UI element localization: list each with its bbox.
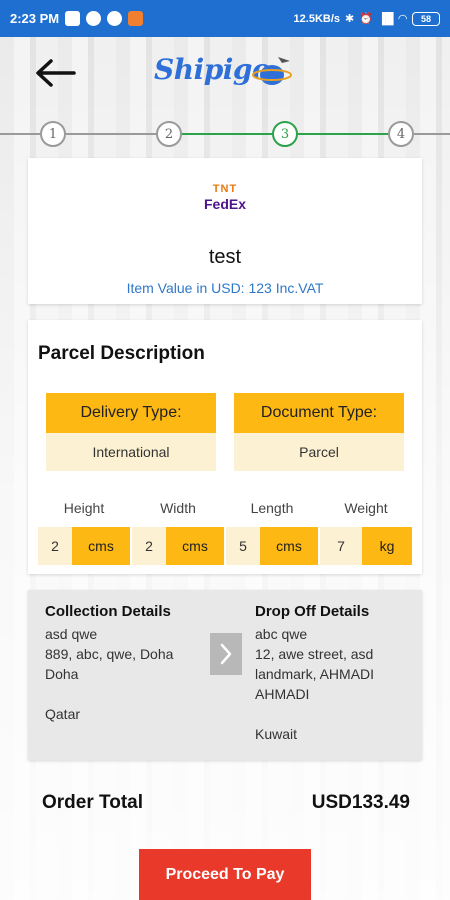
dropoff-country: Kuwait — [255, 726, 298, 742]
delivery-type-value: International — [46, 433, 216, 471]
collection-details: Collection Details asd qwe 889, abc, qwe… — [45, 602, 205, 724]
length-value: 5 — [226, 527, 260, 565]
step-connector-complete — [182, 133, 272, 135]
alarm-icon: ⏰ — [359, 13, 373, 25]
weight-value: 7 — [320, 527, 362, 565]
step-connector — [0, 133, 40, 135]
carrier-logo-bottom: FedEx — [203, 196, 246, 212]
carrier-logo: TNT FedEx — [190, 182, 260, 216]
app-notification-icon-2 — [128, 11, 144, 26]
length-unit: cms — [260, 527, 318, 565]
dropoff-details: Drop Off Details abc qwe 12, awe street,… — [255, 602, 415, 744]
network-speed: 12.5KB/s — [293, 12, 341, 25]
arrow-left-icon — [36, 59, 76, 87]
app-notification-icon — [86, 11, 102, 26]
app-logo: Shipigo — [150, 47, 300, 103]
back-button[interactable] — [30, 51, 80, 95]
progress-stepper: 1 2 3 4 — [0, 118, 450, 148]
signal-icon: ▐█ — [377, 12, 394, 25]
document-type-value: Parcel — [234, 433, 404, 471]
delivery-type-box: Delivery Type: International — [46, 393, 216, 471]
weight-unit: kg — [362, 527, 412, 565]
item-name: test — [208, 246, 242, 268]
step-4: 4 — [388, 121, 414, 147]
document-type-box: Document Type: Parcel — [234, 393, 404, 471]
status-time: 2:23 PM — [10, 11, 60, 26]
whatsapp-icon — [107, 11, 123, 26]
dropoff-title: Drop Off Details — [255, 603, 370, 620]
chevron-right-icon — [220, 643, 232, 665]
dropoff-address-line1: 12, awe street, asd — [255, 646, 374, 662]
status-bar: 2:23 PM 12.5KB/s ✱ ⏰ ▐█ ◠ 58 — [0, 0, 450, 37]
wifi-icon: ◠ — [398, 13, 407, 25]
order-total-label: Order Total — [42, 792, 143, 813]
globe-plane-icon — [252, 57, 292, 85]
step-connector-complete — [298, 133, 388, 135]
step-connector — [414, 133, 450, 135]
battery-icon: 58 — [412, 11, 440, 26]
step-3-active: 3 — [272, 121, 298, 147]
dropoff-address-line3: AHMADI — [255, 686, 310, 702]
collection-address-line1: 889, abc, qwe, Doha — [45, 646, 174, 662]
height-unit: cms — [72, 527, 130, 565]
order-total-value: USD133.49 — [311, 792, 410, 813]
bluetooth-icon: ✱ — [345, 13, 355, 25]
collection-name: asd qwe — [45, 626, 98, 642]
document-type-label: Document Type: — [234, 393, 404, 433]
address-card: Collection Details asd qwe 889, abc, qwe… — [28, 590, 422, 760]
collection-address-line2: Doha — [45, 666, 79, 682]
order-total: Order Total USD133.49 — [42, 790, 410, 816]
length-label: Length — [250, 500, 294, 516]
height-label: Height — [63, 500, 105, 516]
step-1: 1 — [40, 121, 66, 147]
notification-icon — [65, 11, 81, 26]
dimension-labels: Height Width Length Weight — [28, 500, 422, 520]
carrier-logo-top: TNT — [212, 183, 238, 195]
dropoff-address-line2: landmark, AHMADI — [255, 666, 375, 682]
width-label: Width — [160, 500, 196, 516]
route-arrow-button[interactable] — [210, 633, 242, 675]
dropoff-name: abc qwe — [255, 626, 308, 642]
width-unit: cms — [166, 527, 224, 565]
width-value: 2 — [132, 527, 166, 565]
weight-label: Weight — [344, 500, 388, 516]
proceed-to-pay-button[interactable]: Proceed To Pay — [139, 849, 311, 900]
step-2: 2 — [156, 121, 182, 147]
parcel-title: Parcel Description — [38, 343, 205, 364]
item-value: Item Value in USD: 123 Inc.VAT — [126, 280, 324, 296]
item-card: TNT FedEx test Item Value in USD: 123 In… — [28, 158, 422, 304]
collection-title: Collection Details — [45, 603, 171, 620]
parcel-description-card: Parcel Description Delivery Type: Intern… — [28, 320, 422, 574]
step-connector — [66, 133, 156, 135]
height-value: 2 — [38, 527, 72, 565]
header: Shipigo — [0, 37, 450, 112]
delivery-type-label: Delivery Type: — [46, 393, 216, 433]
collection-country: Qatar — [45, 706, 81, 722]
